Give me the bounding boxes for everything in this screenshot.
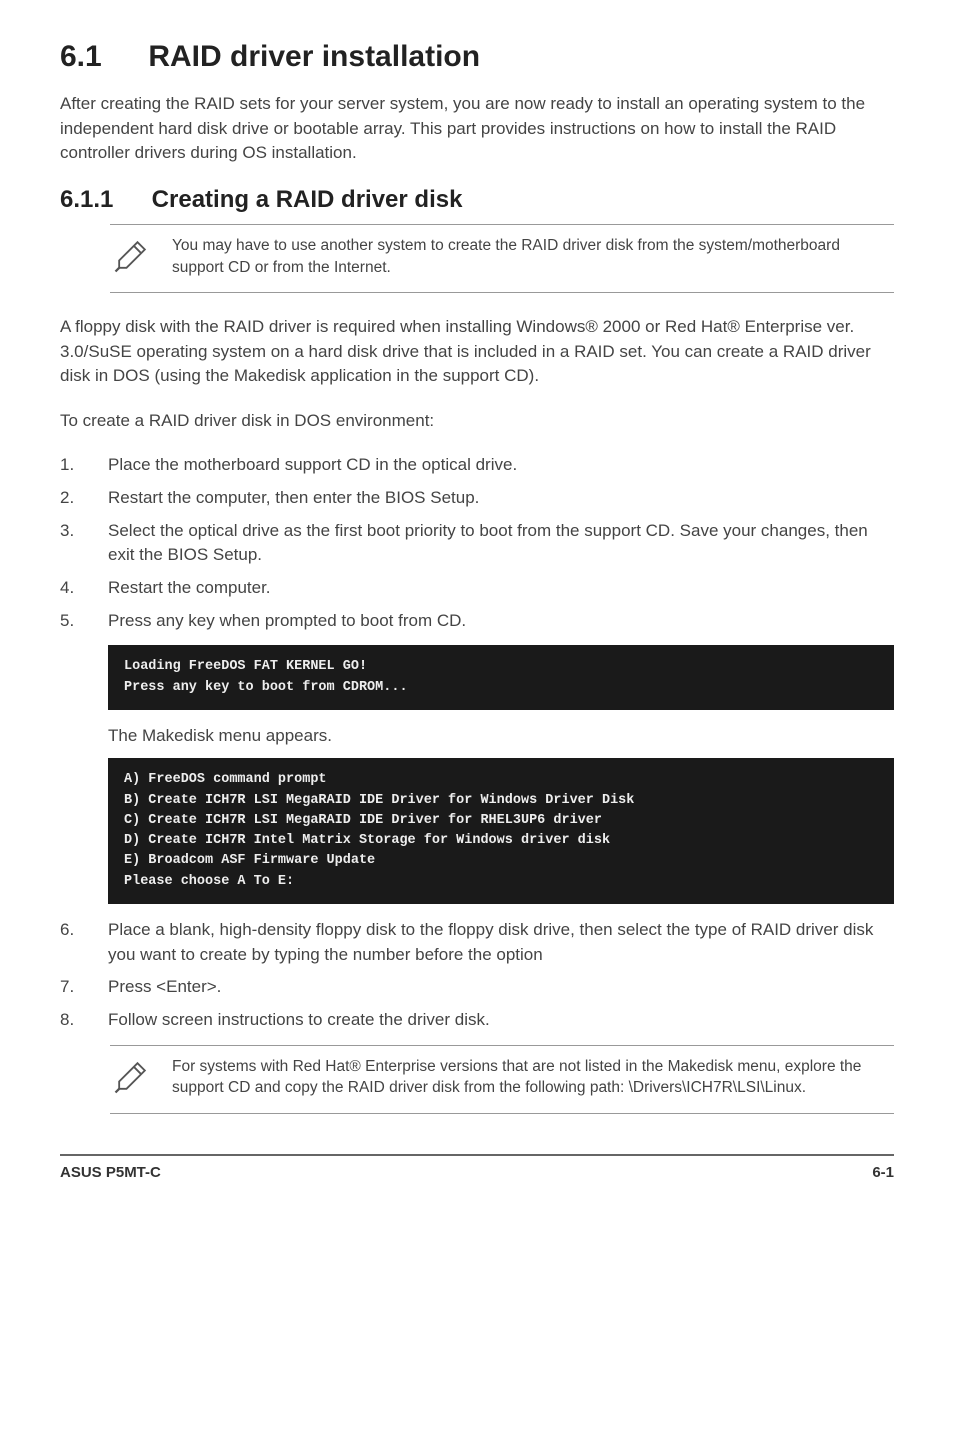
- section-number: 6.1: [60, 40, 140, 74]
- note-box-1: You may have to use another system to cr…: [110, 224, 894, 293]
- step-3: Select the optical drive as the first bo…: [60, 519, 894, 568]
- footer-right: 6-1: [872, 1164, 894, 1181]
- step-5: Press any key when prompted to boot from…: [60, 609, 894, 634]
- paragraph-3: The Makedisk menu appears.: [108, 724, 894, 749]
- section-title: RAID driver installation: [148, 40, 480, 73]
- step-4: Restart the computer.: [60, 576, 894, 601]
- subsection-heading: 6.1.1 Creating a RAID driver disk: [60, 186, 894, 214]
- section-intro: After creating the RAID sets for your se…: [60, 92, 894, 166]
- step-7: Press <Enter>.: [60, 975, 894, 1000]
- pencil-note-icon: [110, 1054, 154, 1103]
- step-8: Follow screen instructions to create the…: [60, 1008, 894, 1033]
- paragraph-1: A floppy disk with the RAID driver is re…: [60, 315, 894, 389]
- step-6: Place a blank, high-density floppy disk …: [60, 918, 894, 967]
- note-text-1: You may have to use another system to cr…: [172, 233, 894, 278]
- page-footer: ASUS P5MT-C 6-1: [60, 1154, 894, 1181]
- paragraph-2: To create a RAID driver disk in DOS envi…: [60, 409, 894, 434]
- step-2: Restart the computer, then enter the BIO…: [60, 486, 894, 511]
- note-text-2: For systems with Red Hat® Enterprise ver…: [172, 1054, 894, 1099]
- steps-list-1: Place the motherboard support CD in the …: [60, 453, 894, 633]
- footer-left: ASUS P5MT-C: [60, 1164, 161, 1181]
- steps-list-2: Place a blank, high-density floppy disk …: [60, 918, 894, 1033]
- note-box-2: For systems with Red Hat® Enterprise ver…: [110, 1045, 894, 1114]
- terminal-output-2: A) FreeDOS command prompt B) Create ICH7…: [108, 758, 894, 904]
- subsection-title: Creating a RAID driver disk: [152, 186, 463, 213]
- step-1: Place the motherboard support CD in the …: [60, 453, 894, 478]
- pencil-note-icon: [110, 233, 154, 282]
- subsection-number: 6.1.1: [60, 186, 145, 214]
- section-heading: 6.1 RAID driver installation: [60, 40, 894, 74]
- terminal-output-1: Loading FreeDOS FAT KERNEL GO! Press any…: [108, 645, 894, 710]
